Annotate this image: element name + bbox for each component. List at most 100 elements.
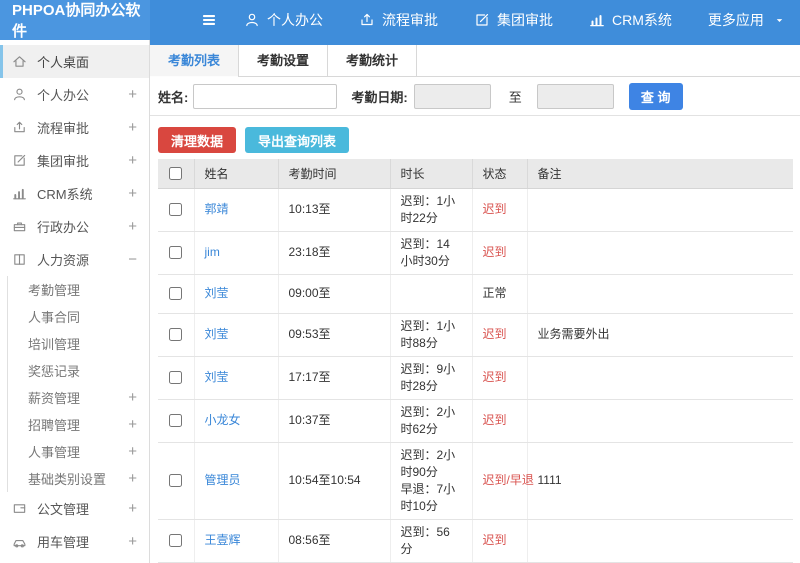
duration-line: 迟到：56分 xyxy=(400,524,450,556)
select-all-cell xyxy=(158,159,194,189)
menu-toggle-icon[interactable] xyxy=(200,11,218,29)
name-cell: 刘莹 xyxy=(193,356,278,400)
sidebar-item-label: 人力资源 xyxy=(37,253,90,268)
row-checkbox[interactable] xyxy=(169,474,183,488)
employee-name-link[interactable]: 郭靖 xyxy=(205,202,229,216)
time-cell: 08:56至 xyxy=(277,519,390,563)
sidebar-item-招聘管理[interactable]: 招聘管理 + xyxy=(8,411,149,438)
sidebar-item-人力资源[interactable]: 人力资源 − xyxy=(0,243,149,276)
duration-line: 迟到：14小时30分 xyxy=(400,236,450,268)
duration-cell: 迟到：2小时62分 xyxy=(389,399,472,443)
date-end-input[interactable] xyxy=(536,83,614,109)
app-logo: PHPOA协同办公软件 xyxy=(0,0,150,40)
sidebar-item-奖惩记录[interactable]: 奖惩记录 xyxy=(8,357,149,384)
note-cell xyxy=(526,399,793,443)
sidebar-item-个人办公[interactable]: 个人办公 + xyxy=(0,78,149,111)
row-checkbox[interactable] xyxy=(169,287,183,301)
tab-考勤统计[interactable]: 考勤统计 xyxy=(328,45,417,76)
sidebar-item-集团审批[interactable]: 集团审批 + xyxy=(0,144,149,177)
clear-data-button[interactable]: 清理数据 xyxy=(158,127,237,153)
employee-name-link[interactable]: 刘莹 xyxy=(205,370,229,384)
home-icon xyxy=(12,54,28,69)
duration-line: 迟到：1小时88分 xyxy=(400,318,456,350)
nav-item-集团审批[interactable]: 集团审批 xyxy=(474,10,553,30)
top-nav: 个人办公 流程审批 集团审批 CRM系统 更多应用 xyxy=(244,10,786,30)
name-input[interactable] xyxy=(193,83,338,109)
date-start-input[interactable] xyxy=(413,83,491,109)
row-checkbox[interactable] xyxy=(169,534,183,548)
nav-item-流程审批[interactable]: 流程审批 xyxy=(359,10,438,30)
sidebar-item-基础类别设置[interactable]: 基础类别设置 + xyxy=(8,465,149,492)
sidebar-item-考勤管理[interactable]: 考勤管理 xyxy=(8,276,149,303)
flow-icon xyxy=(359,12,375,28)
employee-name-link[interactable]: jim xyxy=(205,245,220,259)
row-checkbox[interactable] xyxy=(169,203,183,217)
book-icon xyxy=(12,252,28,267)
sidebar-item-label: 基础类别设置 xyxy=(28,472,107,487)
date-label: 考勤日期: xyxy=(351,89,408,105)
time-cell: 10:37至 xyxy=(277,399,390,443)
export-list-button[interactable]: 导出查询列表 xyxy=(245,127,350,153)
employee-name-link[interactable]: 刘莹 xyxy=(205,327,229,341)
query-button[interactable]: 查 询 xyxy=(628,82,683,110)
table-row: 刘莹 09:53至 迟到：1小时88分 迟到 业务需要外出 xyxy=(158,313,793,357)
status-badge: 迟到/早退 xyxy=(471,442,534,520)
sidebar-item-公文管理[interactable]: 公文管理 + xyxy=(0,492,149,525)
sidebar-item-label: 奖惩记录 xyxy=(28,364,81,379)
time-cell: 09:53至 xyxy=(277,313,390,357)
duration-cell: 迟到：1小时22分 xyxy=(389,188,472,232)
expand-plus-icon: + xyxy=(128,416,137,433)
table-row: 刘莹 09:00至 正常 xyxy=(158,274,793,314)
sidebar-item-label: 招聘管理 xyxy=(28,418,81,433)
attendance-table: 姓名 考勤时间 时长 状态 备注 郭靖 10:13至 迟到：1小时22分 迟到 jim 2… xyxy=(158,159,793,563)
duration-line: 迟到：1小时22分 xyxy=(400,193,456,225)
employee-name-link[interactable]: 管理员 xyxy=(205,473,241,487)
nav-item-更多应用[interactable]: 更多应用 xyxy=(708,10,786,30)
row-checkbox[interactable] xyxy=(169,328,183,342)
employee-name-link[interactable]: 刘莹 xyxy=(205,286,229,300)
sidebar-item-label: 人事管理 xyxy=(28,445,81,460)
name-label: 姓名: xyxy=(158,89,189,105)
note-cell xyxy=(526,231,793,275)
sidebar-submenu: 考勤管理 人事合同 培训管理 奖惩记录 薪资管理 + 招聘管理 + 人事管理 + 基础类别设置 + xyxy=(7,276,149,492)
status-badge: 迟到 xyxy=(471,519,527,563)
col-status: 状态 xyxy=(471,159,527,189)
note-cell: 1111 xyxy=(526,442,793,520)
nav-item-个人办公[interactable]: 个人办公 xyxy=(244,10,323,30)
expand-plus-icon: + xyxy=(128,443,137,460)
row-select-cell xyxy=(158,399,194,443)
sidebar-item-薪资管理[interactable]: 薪资管理 + xyxy=(8,384,149,411)
note-cell xyxy=(526,188,793,232)
expand-plus-icon: + xyxy=(128,500,137,517)
row-checkbox[interactable] xyxy=(169,414,183,428)
tab-考勤设置[interactable]: 考勤设置 xyxy=(239,45,328,76)
row-select-cell xyxy=(158,231,194,275)
col-time: 考勤时间 xyxy=(277,159,390,189)
sidebar-item-人事合同[interactable]: 人事合同 xyxy=(8,303,149,330)
employee-name-link[interactable]: 王壹辉 xyxy=(205,533,241,547)
sidebar-item-人事管理[interactable]: 人事管理 + xyxy=(8,438,149,465)
row-checkbox[interactable] xyxy=(169,246,183,260)
time-cell: 10:13至 xyxy=(277,188,390,232)
name-cell: 郭靖 xyxy=(193,188,278,232)
employee-name-link[interactable]: 小龙女 xyxy=(205,413,241,427)
sidebar-item-label: 行政办公 xyxy=(37,220,90,235)
sidebar-item-流程审批[interactable]: 流程审批 + xyxy=(0,111,149,144)
expand-plus-icon: + xyxy=(128,389,137,406)
select-all-checkbox[interactable] xyxy=(169,167,183,181)
sidebar-item-培训管理[interactable]: 培训管理 xyxy=(8,330,149,357)
sidebar-item-行政办公[interactable]: 行政办公 + xyxy=(0,210,149,243)
sidebar-item-label: 公文管理 xyxy=(37,502,90,517)
table-row: 刘莹 17:17至 迟到：9小时28分 迟到 xyxy=(158,356,793,400)
nav-item-CRM系统[interactable]: CRM系统 xyxy=(589,10,672,30)
name-cell: 王壹辉 xyxy=(193,519,278,563)
row-checkbox[interactable] xyxy=(169,371,183,385)
name-cell: 管理员 xyxy=(193,442,278,520)
sidebar-item-个人桌面[interactable]: 个人桌面 xyxy=(0,45,149,78)
row-select-cell xyxy=(158,519,194,563)
sidebar-item-用车管理[interactable]: 用车管理 + xyxy=(0,525,149,558)
sidebar-item-label: 用车管理 xyxy=(37,535,90,550)
expand-plus-icon: + xyxy=(128,152,137,169)
tab-考勤列表[interactable]: 考勤列表 xyxy=(150,45,239,77)
sidebar-item-CRM系统[interactable]: CRM系统 + xyxy=(0,177,149,210)
